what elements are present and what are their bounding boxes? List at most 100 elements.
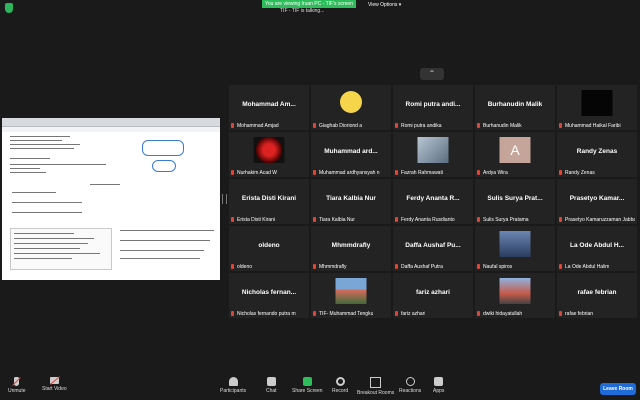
participant-tile[interactable]: Romi putra andi... Romi putra andika: [393, 85, 473, 130]
participant-tile[interactable]: Nicholas fernan... Nicholas fernando putr…: [229, 273, 309, 318]
mic-muted-icon: [395, 264, 398, 269]
breakout-rooms-button[interactable]: Breakout Rooms: [357, 377, 394, 396]
text-line: [10, 168, 40, 169]
mic-muted-icon: [477, 264, 480, 269]
participant-display-name: rafae febrian: [577, 289, 617, 296]
share-screen-button[interactable]: Share Screen: [292, 377, 323, 394]
chat-button[interactable]: Chat: [266, 377, 277, 394]
breakout-rooms-icon: [370, 377, 382, 388]
participant-nameplate: Erista Disti Kirani: [231, 217, 275, 223]
participant-name: Nicholas fernando putra m: [237, 311, 296, 317]
chevron-up-icon: ⌃: [428, 69, 436, 78]
participant-picture: [417, 137, 449, 163]
participant-name: Giaghab Dioriond a: [319, 123, 363, 129]
participant-tile[interactable]: Ferdy Ananta R... Ferdy Ananta Rusdianto: [393, 179, 473, 224]
record-button[interactable]: Record: [332, 377, 348, 394]
participant-tile[interactable]: Fazrah Rahmawati: [393, 132, 473, 177]
participants-count: 29: [232, 377, 238, 382]
participant-nameplate: Burhanudin Malik: [477, 123, 522, 129]
mic-muted-icon: [231, 170, 234, 175]
mic-muted-icon: [477, 217, 480, 222]
participant-tile[interactable]: Nurhakim Acad W: [229, 132, 309, 177]
math-line: [12, 202, 82, 203]
mic-muted-icon: [313, 217, 316, 222]
mic-muted-icon: [313, 311, 316, 316]
participant-tile[interactable]: Erista Disti Kirani Erista Disti Kirani: [229, 179, 309, 224]
reactions-icon: [405, 377, 415, 386]
participant-tile[interactable]: A Ardya Wira: [475, 132, 555, 177]
record-label: Record: [332, 388, 349, 394]
mic-muted-icon: [559, 170, 562, 175]
participant-nameplate: Mhmmdrafly: [313, 264, 347, 270]
participants-button[interactable]: 29 Participants: [220, 377, 246, 394]
shared-screen: [2, 118, 220, 280]
apps-button[interactable]: Apps: [433, 377, 444, 394]
chat-label: Chat: [266, 388, 277, 394]
participant-nameplate: Prasetyo Kamaruzzaman Jabbar: [559, 217, 635, 223]
view-options-button[interactable]: View Options ▾: [368, 2, 401, 8]
participant-tile[interactable]: dwiki hidayatullah: [475, 273, 555, 318]
participant-tile[interactable]: Randy Zenas Randy Zenas: [557, 132, 637, 177]
participant-picture: [581, 90, 613, 116]
notebook-toolbar: [2, 127, 220, 132]
participant-name: Erista Disti Kirani: [237, 217, 276, 223]
text-line: [10, 144, 80, 145]
participant-name: oldeno: [237, 264, 253, 270]
participant-tile[interactable]: Mohammad Am... Mohammad Amjad: [229, 85, 309, 130]
participant-tile[interactable]: rafae febrian rafae febrian: [557, 273, 637, 318]
participant-tile[interactable]: Naufal spiros: [475, 226, 555, 271]
participant-tile[interactable]: Daffa Aushaf Pu... Daffa Aushaf Putra: [393, 226, 473, 271]
browser-chrome: [2, 118, 220, 127]
participant-nameplate: Fazrah Rahmawati: [395, 170, 443, 176]
participant-name: Sulis Surya Pratama: [483, 217, 529, 223]
split-view-handle[interactable]: [222, 194, 227, 204]
apps-label: Apps: [433, 388, 445, 394]
participant-tile[interactable]: Mhmmdrafly Mhmmdrafly: [311, 226, 391, 271]
reactions-label: Reactions: [399, 388, 422, 394]
leave-room-button[interactable]: Leave Room: [600, 383, 636, 395]
participant-tile[interactable]: La Ode Abdul H... La Ode Abdul Halim: [557, 226, 637, 271]
participant-name: Muhammad ardhyansyah n: [319, 170, 380, 176]
participant-tile[interactable]: Giaghab Dioriond a: [311, 85, 391, 130]
participant-display-name: fariz azhari: [416, 289, 450, 296]
gallery-page-up-button[interactable]: ⌃: [420, 68, 444, 80]
participant-name: Nurhakim Acad W: [237, 170, 278, 176]
mic-muted-icon: [395, 311, 398, 316]
participant-nameplate: Randy Zenas: [559, 170, 595, 176]
reactions-button[interactable]: Reactions: [399, 377, 421, 394]
participant-picture: [499, 278, 531, 304]
chevron-down-icon: ▾: [398, 2, 402, 8]
participant-tile[interactable]: Tiara Kalbia Nur Tiara Kalbia Nur: [311, 179, 391, 224]
participant-display-name: Muhammad ard...: [324, 148, 378, 155]
participant-tile[interactable]: Burhanudin Malik Burhanudin Malik: [475, 85, 555, 130]
participant-nameplate: fariz azhari: [395, 311, 425, 317]
participant-tile[interactable]: Muhammad ard... Muhammad ardhyansyah n: [311, 132, 391, 177]
participant-name: Burhanudin Malik: [483, 123, 522, 129]
top-bar: You are viewing Iruan PC - TIF's screen …: [0, 0, 640, 16]
mic-muted-icon: [395, 123, 398, 128]
participant-tile[interactable]: TIF- Muhammad Tengku: [311, 273, 391, 318]
mic-muted-icon: [231, 264, 234, 269]
participant-name: Tiara Kalbia Nur: [319, 217, 355, 223]
participant-tile[interactable]: fariz azhari fariz azhari: [393, 273, 473, 318]
mic-muted-icon: [559, 123, 562, 128]
math-line: [12, 212, 82, 213]
text-line: [10, 172, 46, 173]
participant-display-name: Mhmmdrafly: [331, 242, 371, 249]
participant-nameplate: Romi putra andika: [395, 123, 442, 129]
participant-tile[interactable]: Muhammad Haikal Faribi: [557, 85, 637, 130]
participant-nameplate: Sulis Surya Pratama: [477, 217, 529, 223]
participant-tile[interactable]: Sulis Surya Prat... Sulis Surya Pratama: [475, 179, 555, 224]
security-shield-icon[interactable]: [5, 3, 13, 13]
mic-muted-icon: [231, 311, 234, 316]
participant-nameplate: Ferdy Ananta Rusdianto: [395, 217, 455, 223]
unmute-button[interactable]: Unmute: [8, 377, 26, 394]
mic-muted-icon: [559, 217, 562, 222]
participant-tile[interactable]: oldeno oldeno: [229, 226, 309, 271]
participant-tile[interactable]: Prasetyo Kamar... Prasetyo Kamaruzzaman J…: [557, 179, 637, 224]
participant-display-name: La Ode Abdul H...: [570, 242, 624, 249]
participant-display-name: Daffa Aushaf Pu...: [405, 242, 461, 249]
participant-nameplate: Muhammad ardhyansyah n: [313, 170, 380, 176]
start-video-button[interactable]: Start Video: [42, 377, 67, 392]
participant-display-name: Erista Disti Kirani: [241, 195, 297, 202]
